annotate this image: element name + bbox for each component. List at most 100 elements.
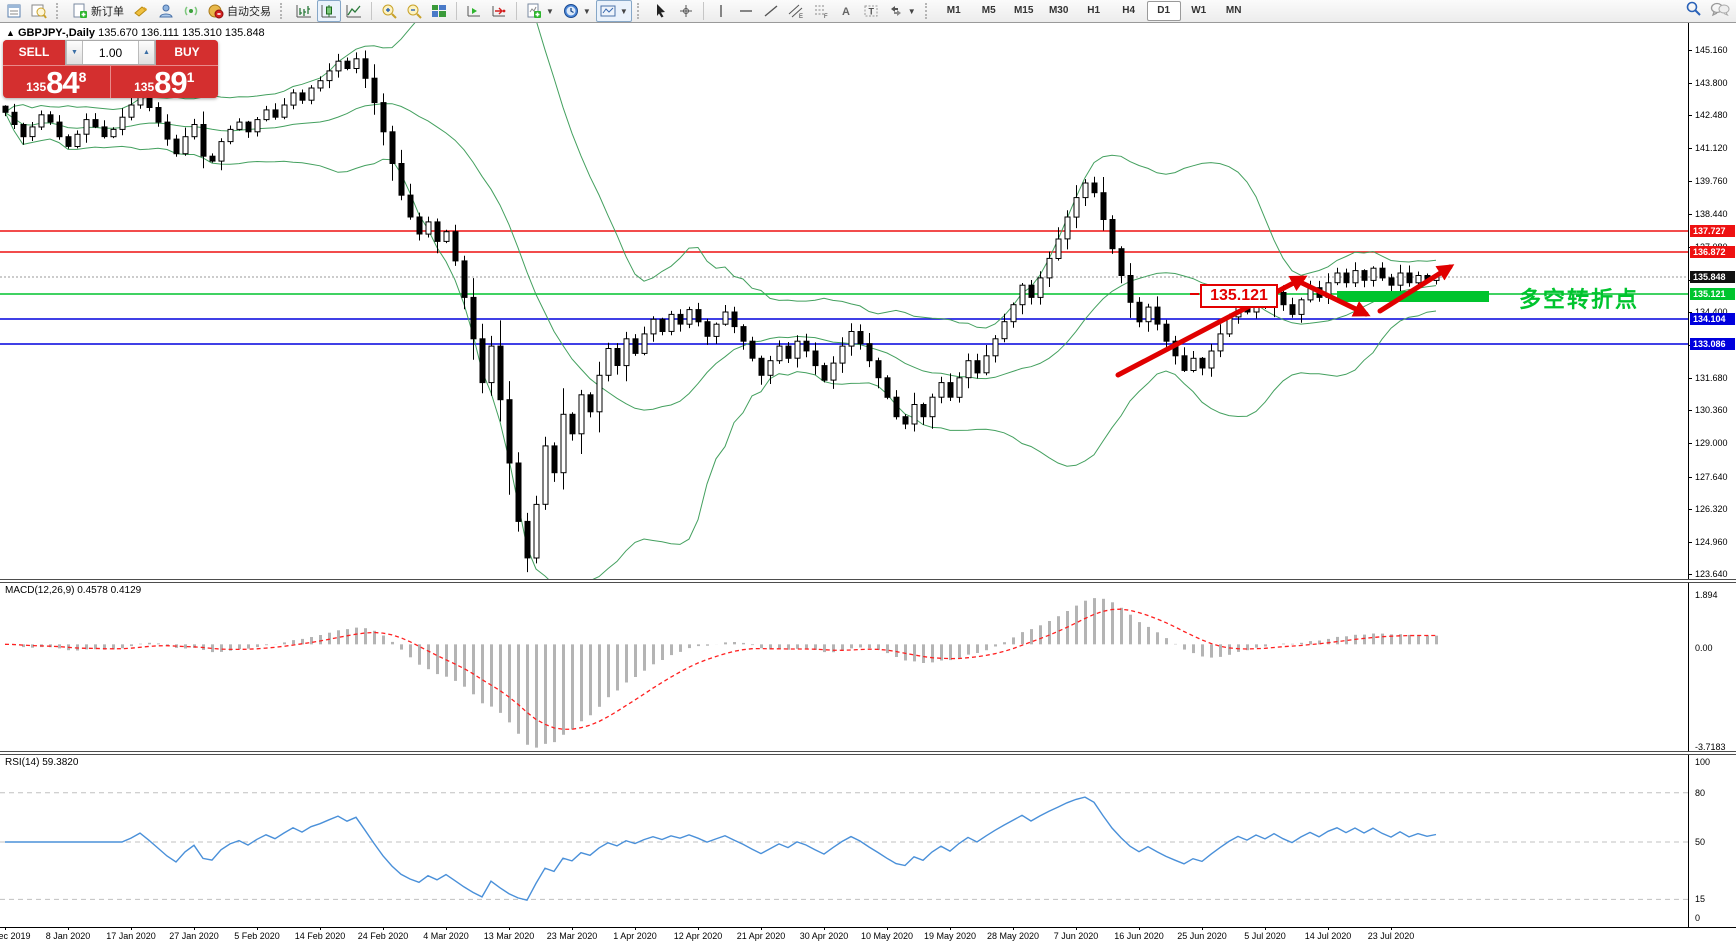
timeframe-button-w1[interactable]: W1 <box>1182 1 1216 21</box>
sell-price[interactable]: 135 84 8 <box>3 66 111 98</box>
horizontal-line-tool-icon[interactable] <box>734 0 758 22</box>
rsi-pane[interactable] <box>0 755 1688 927</box>
date-tick <box>1391 927 1392 930</box>
zoom-out-icon[interactable] <box>402 0 426 22</box>
timeframe-button-d1[interactable]: D1 <box>1147 1 1181 21</box>
date-tick <box>5 927 6 930</box>
zoom-in-icon[interactable] <box>377 0 401 22</box>
date-tick <box>635 927 636 930</box>
candles <box>3 51 1439 573</box>
crosshair-tool-icon[interactable] <box>674 0 698 22</box>
text-tool-icon[interactable]: A <box>834 0 858 22</box>
date-tick <box>1076 927 1077 930</box>
date-tick <box>383 927 384 930</box>
timeframe-button-mn[interactable]: MN <box>1217 1 1251 21</box>
toolbar-separator <box>371 2 372 20</box>
periods-button[interactable]: ▼ <box>559 0 595 22</box>
vertical-line-tool-icon[interactable] <box>709 0 733 22</box>
axis-tick <box>1688 181 1692 182</box>
trendline-tool-icon[interactable] <box>759 0 783 22</box>
date-label: 14 Feb 2020 <box>295 931 346 941</box>
buy-price[interactable]: 135 89 1 <box>111 66 219 98</box>
symbol-period-label: GBPJPY-,Daily <box>18 27 95 39</box>
indicators-button[interactable]: ▼ <box>522 0 558 22</box>
date-tick <box>698 927 699 930</box>
price-tick-label: 145.160 <box>1695 45 1728 55</box>
axis-tick <box>1688 443 1692 444</box>
dropdown-arrow-icon: ▼ <box>583 7 591 16</box>
buy-price-big: 89 <box>154 69 186 97</box>
timeframe-button-h1[interactable]: H1 <box>1077 1 1111 21</box>
axis-tick <box>1688 378 1692 379</box>
timeframe-button-m5[interactable]: M5 <box>972 1 1006 21</box>
metaeditor-icon[interactable] <box>129 0 153 22</box>
date-label: 17 Jan 2020 <box>106 931 156 941</box>
text-label-tool-icon[interactable]: T <box>859 0 883 22</box>
templates-button[interactable]: ▼ <box>596 0 632 22</box>
search-icon[interactable] <box>1685 0 1702 22</box>
volume-input[interactable] <box>83 41 138 64</box>
date-tick <box>1265 927 1266 930</box>
timeframe-button-h4[interactable]: H4 <box>1112 1 1146 21</box>
fibonacci-tool-icon[interactable]: F <box>809 0 833 22</box>
date-axis[interactable]: 30 Dec 20198 Jan 202017 Jan 202027 Jan 2… <box>0 927 1736 943</box>
timeframe-button-m1[interactable]: M1 <box>937 1 971 21</box>
price-axis[interactable]: 145.160143.800142.480141.120139.760138.4… <box>1688 23 1736 927</box>
price-chart-pane[interactable] <box>0 23 1688 579</box>
date-tick <box>194 927 195 930</box>
signals-icon[interactable] <box>179 0 203 22</box>
date-label: 16 Jun 2020 <box>1114 931 1164 941</box>
date-label: 19 May 2020 <box>924 931 976 941</box>
svg-text:A: A <box>842 6 850 18</box>
sell-price-sup: 8 <box>79 69 87 85</box>
bar-chart-type-icon[interactable] <box>292 0 316 22</box>
arrows-tool-icon[interactable]: ▼ <box>884 0 920 22</box>
axis-tick <box>1688 410 1692 411</box>
price-tick-label: 123.640 <box>1695 569 1728 579</box>
toolbar-grip <box>925 3 932 19</box>
macd-histogram <box>6 598 1437 748</box>
rsi-tick-label: 100 <box>1695 757 1710 767</box>
price-tick-label: 131.680 <box>1695 373 1728 383</box>
date-label: 5 Jul 2020 <box>1244 931 1286 941</box>
rsi-line <box>5 797 1436 900</box>
macd-signal-line <box>5 609 1436 729</box>
volume-increase-button[interactable]: ▲ <box>138 41 155 64</box>
autotrading-button[interactable]: 自动交易 <box>204 0 275 22</box>
market-watch-icon[interactable] <box>2 0 26 22</box>
line-chart-type-icon[interactable] <box>342 0 366 22</box>
pane-separator[interactable] <box>0 579 1736 583</box>
macd-pane[interactable] <box>0 583 1688 751</box>
strategy-tester-icon[interactable] <box>154 0 178 22</box>
data-window-icon[interactable] <box>27 0 51 22</box>
collapse-triangle-icon[interactable]: ▲ <box>6 28 15 38</box>
candlestick-chart-type-icon[interactable] <box>317 0 341 22</box>
pane-separator[interactable] <box>0 751 1736 755</box>
timeframe-button-m15[interactable]: M15 <box>1007 1 1041 21</box>
turning-point-label[interactable]: 多空转折点 <box>1519 282 1639 314</box>
price-callout-box[interactable]: 135.121 <box>1200 284 1278 308</box>
chat-icon[interactable] <box>1710 1 1730 22</box>
rsi-tick-label: 80 <box>1695 788 1705 798</box>
auto-scroll-icon[interactable] <box>462 0 486 22</box>
rsi-tick-label: 50 <box>1695 837 1705 847</box>
axis-tick <box>1688 50 1692 51</box>
svg-text:E: E <box>799 14 803 19</box>
toolbar-grip <box>637 3 644 19</box>
sell-button[interactable]: SELL <box>3 40 65 65</box>
timeframe-button-m30[interactable]: M30 <box>1042 1 1076 21</box>
chart-shift-icon[interactable] <box>487 0 511 22</box>
date-label: 5 Feb 2020 <box>234 931 280 941</box>
new-order-button[interactable]: 新订单 <box>68 0 128 22</box>
channel-tool-icon[interactable]: E <box>784 0 808 22</box>
buy-button[interactable]: BUY <box>156 40 218 65</box>
date-tick <box>1013 927 1014 930</box>
price-callout-tick <box>1190 293 1199 295</box>
volume-decrease-button[interactable]: ▼ <box>66 41 83 64</box>
tile-windows-icon[interactable] <box>427 0 451 22</box>
price-tick-label: 127.640 <box>1695 472 1728 482</box>
ohlc-values: 135.670 136.111 135.310 135.848 <box>98 27 265 39</box>
cursor-tool-icon[interactable] <box>649 0 673 22</box>
date-label: 25 Jun 2020 <box>1177 931 1227 941</box>
price-level-badge: 137.727 <box>1690 225 1735 237</box>
